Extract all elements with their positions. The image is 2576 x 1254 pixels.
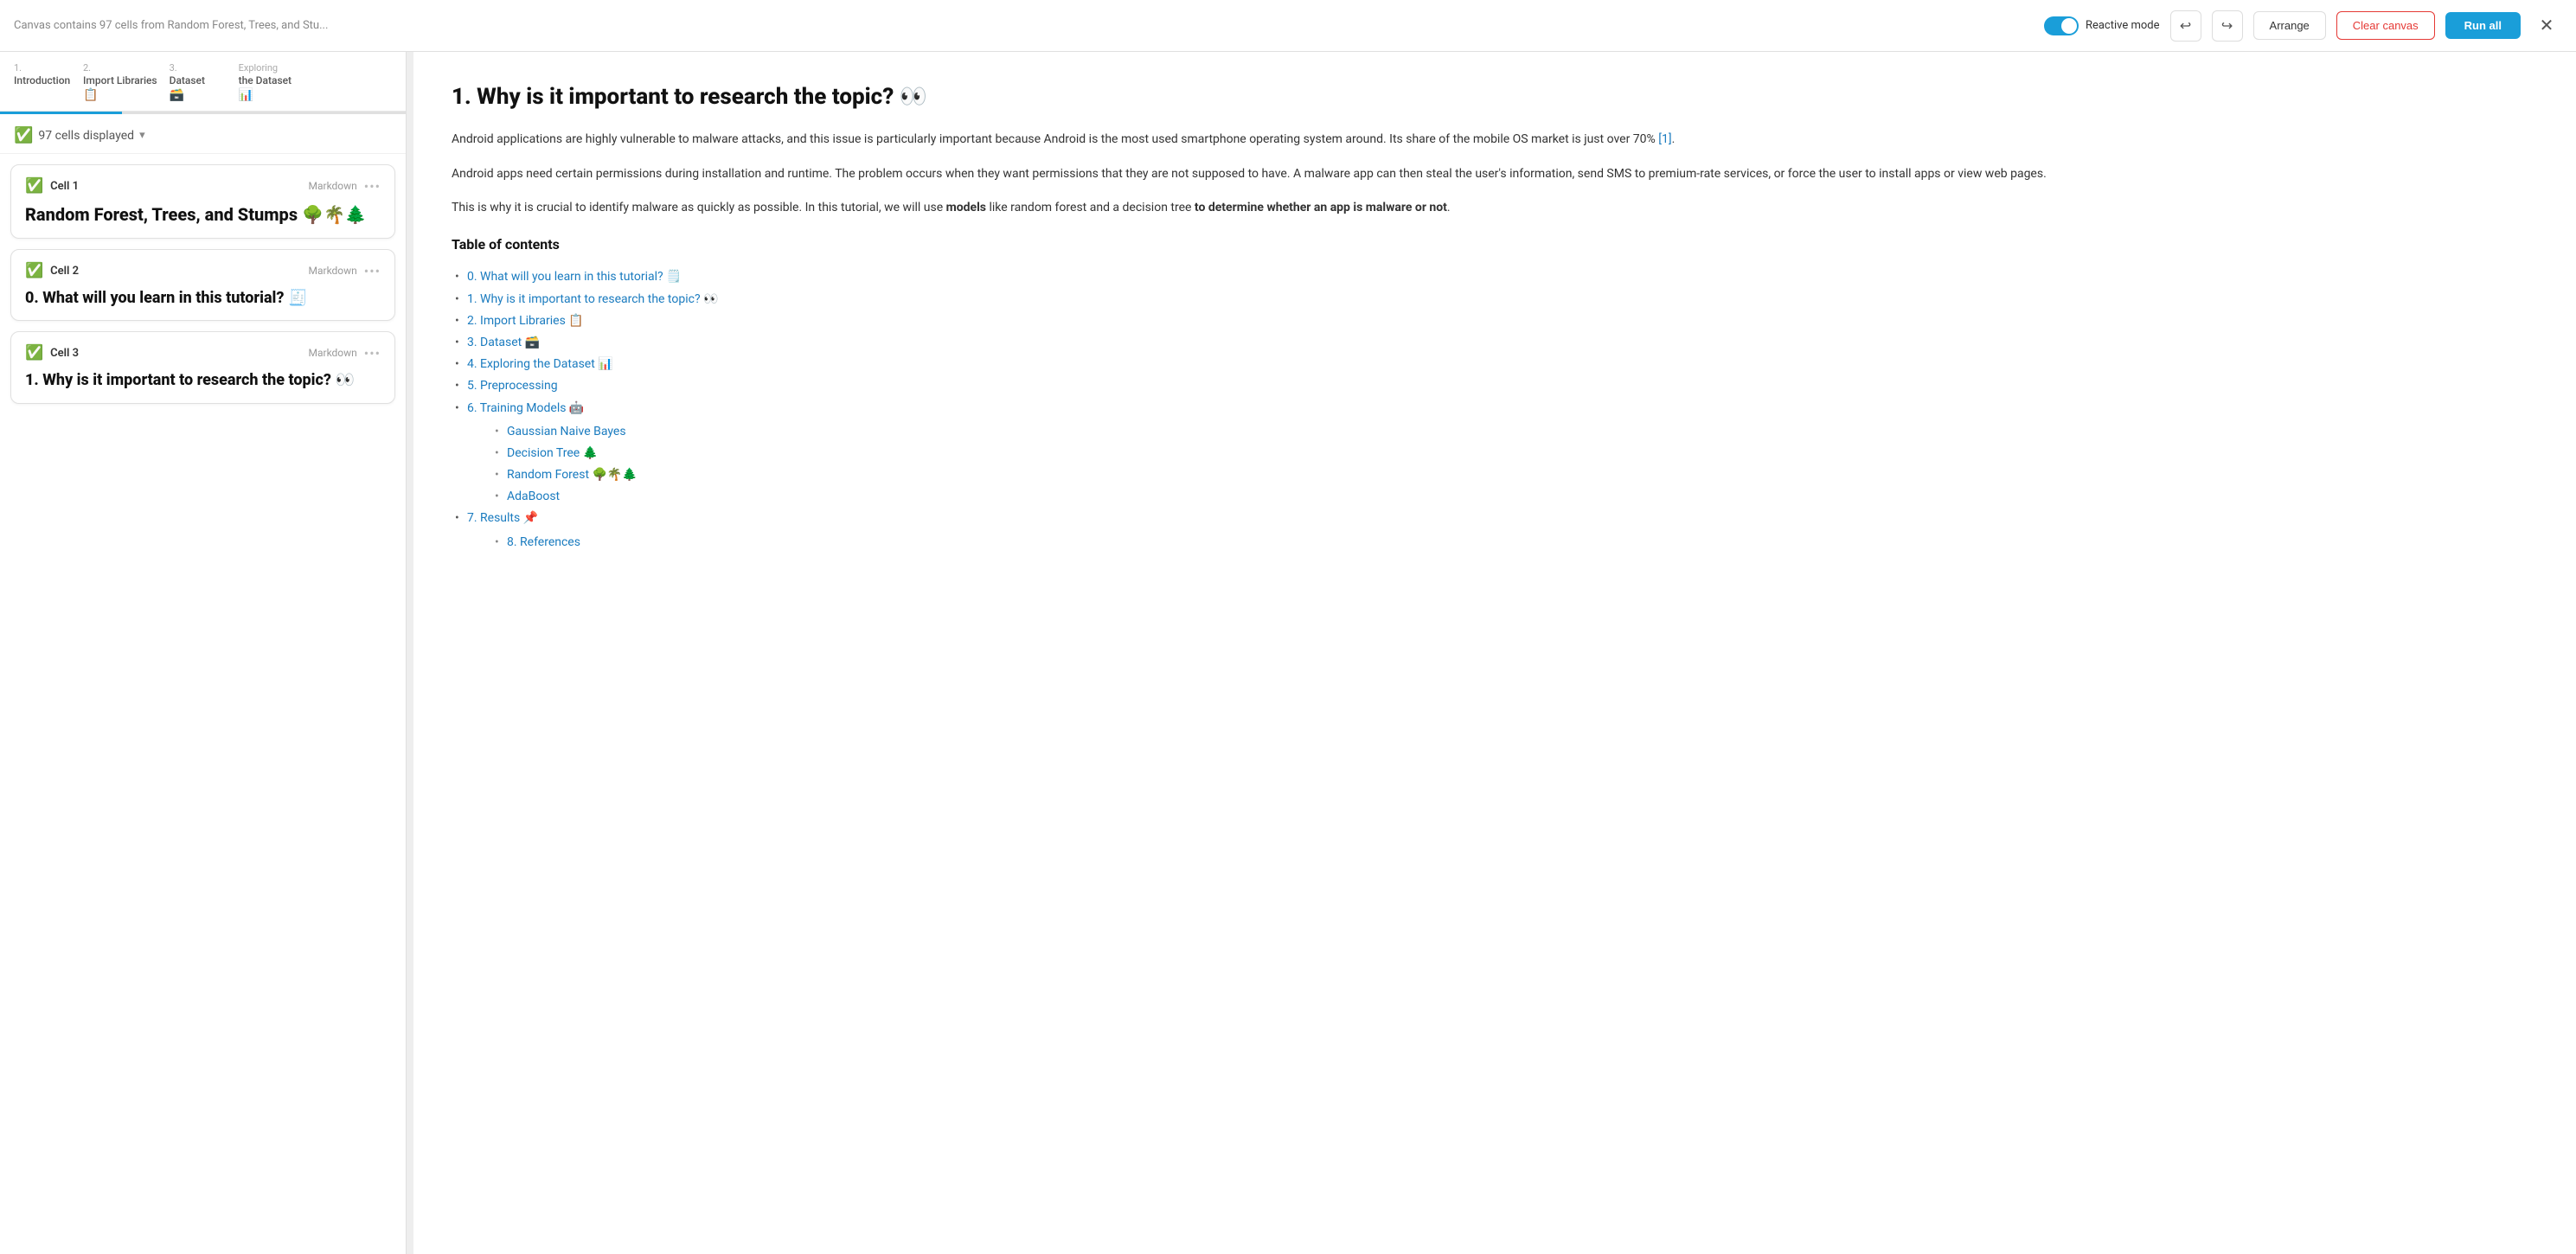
ref-1-link[interactable]: [1] xyxy=(1658,132,1671,146)
toc-item-6-3: Random Forest 🌳🌴🌲 xyxy=(491,464,2538,486)
cell-3-header: ✅ Cell 3 Markdown ••• xyxy=(25,344,381,361)
toc-link-2[interactable]: 2. Import Libraries 📋 xyxy=(467,314,584,328)
cell-card-2[interactable]: ✅ Cell 2 Markdown ••• 0. What will you l… xyxy=(10,249,395,321)
content-para2: Android apps need certain permissions du… xyxy=(452,164,2538,185)
cell-3-menu-button[interactable]: ••• xyxy=(364,345,381,361)
reactive-label: Reactive mode xyxy=(2086,19,2160,32)
toc-link-1[interactable]: 1. Why is it important to research the t… xyxy=(467,292,718,306)
toc-link-7[interactable]: 7. Results 📌 xyxy=(467,511,538,525)
cell-card-3[interactable]: ✅ Cell 3 Markdown ••• 1. Why is it impor… xyxy=(10,331,395,403)
run-all-button[interactable]: Run all xyxy=(2445,12,2521,39)
toc-item-1: 1. Why is it important to research the t… xyxy=(452,289,2538,310)
resize-divider[interactable] xyxy=(407,52,413,1254)
cell-3-content: 1. Why is it important to research the t… xyxy=(25,370,381,390)
cell-1-check-icon: ✅ xyxy=(25,177,43,195)
toc-link-4[interactable]: 4. Exploring the Dataset 📊 xyxy=(467,357,613,371)
cell-2-header: ✅ Cell 2 Markdown ••• xyxy=(25,262,381,279)
toc-sublist-7: 8. References xyxy=(467,532,2538,553)
toc-link-rf[interactable]: Random Forest 🌳🌴🌲 xyxy=(507,468,638,482)
canvas-info: Canvas contains 97 cells from Random For… xyxy=(14,19,2034,32)
cell-1-header: ✅ Cell 1 Markdown ••• xyxy=(25,177,381,195)
cell-1-type: Markdown xyxy=(309,180,357,192)
cell-3-check-icon: ✅ xyxy=(25,344,43,361)
progress-fill xyxy=(0,112,122,114)
cells-check-icon: ✅ xyxy=(14,126,33,144)
step-introduction[interactable]: 1. Introduction xyxy=(14,62,83,111)
step-dataset[interactable]: 3. Dataset 🗃️ xyxy=(170,62,239,111)
cell-1-menu-button[interactable]: ••• xyxy=(364,178,381,195)
main-layout: 1. Introduction 2. Import Libraries 📋 3.… xyxy=(0,52,2576,1254)
content-heading: 1. Why is it important to research the t… xyxy=(452,83,2538,112)
progress-bar xyxy=(0,112,406,114)
cell-3-type: Markdown xyxy=(309,347,357,359)
cell-2-check-icon: ✅ xyxy=(25,262,43,279)
content-para3: This is why it is crucial to identify ma… xyxy=(452,198,2538,219)
toc-title: Table of contents xyxy=(452,233,2538,256)
content-para1: Android applications are highly vulnerab… xyxy=(452,130,2538,150)
toc-link-6[interactable]: 6. Training Models 🤖 xyxy=(467,401,584,415)
toc-link-gnb[interactable]: Gaussian Naive Bayes xyxy=(507,425,626,438)
toc-item-6-1: Gaussian Naive Bayes xyxy=(491,421,2538,443)
toc-item-4: 4. Exploring the Dataset 📊 xyxy=(452,354,2538,375)
toc-link-0[interactable]: 0. What will you learn in this tutorial?… xyxy=(467,270,682,284)
toc-link-dt[interactable]: Decision Tree 🌲 xyxy=(507,446,598,460)
toc-link-5[interactable]: 5. Preprocessing xyxy=(467,379,558,393)
toc-link-3[interactable]: 3. Dataset 🗃️ xyxy=(467,336,540,349)
toc-item-2: 2. Import Libraries 📋 xyxy=(452,310,2538,332)
toc-sublist-6: Gaussian Naive Bayes Decision Tree 🌲 Ran… xyxy=(467,421,2538,509)
close-button[interactable]: ✕ xyxy=(2531,10,2562,42)
toc-item-8: 8. References xyxy=(491,532,2538,553)
cell-card-1[interactable]: ✅ Cell 1 Markdown ••• Random Forest, Tre… xyxy=(10,164,395,239)
toc-item-6-2: Decision Tree 🌲 xyxy=(491,443,2538,464)
steps-nav: 1. Introduction 2. Import Libraries 📋 3.… xyxy=(0,52,406,112)
toc-item-6: 6. Training Models 🤖 Gaussian Naive Baye… xyxy=(452,398,2538,509)
undo-button[interactable]: ↩ xyxy=(2170,10,2201,42)
cell-3-label: Cell 3 xyxy=(50,347,79,360)
cells-chevron-icon[interactable]: ▾ xyxy=(139,129,145,142)
reactive-toggle[interactable]: Reactive mode xyxy=(2044,16,2160,35)
reactive-mode-toggle[interactable] xyxy=(2044,16,2079,35)
cell-2-content: 0. What will you learn in this tutorial?… xyxy=(25,288,381,308)
content-area: 1. Why is it important to research the t… xyxy=(413,52,2576,1254)
cell-2-type: Markdown xyxy=(309,265,357,277)
toc-link-ada[interactable]: AdaBoost xyxy=(507,489,560,503)
clear-canvas-button[interactable]: Clear canvas xyxy=(2336,11,2435,40)
cells-count: 97 cells displayed xyxy=(38,129,134,143)
toc-list: 0. What will you learn in this tutorial?… xyxy=(452,266,2538,553)
cells-header: ✅ 97 cells displayed ▾ xyxy=(0,114,406,154)
toc-link-8[interactable]: 8. References xyxy=(507,535,580,549)
toc-item-5: 5. Preprocessing xyxy=(452,375,2538,397)
sidebar: 1. Introduction 2. Import Libraries 📋 3.… xyxy=(0,52,407,1254)
cell-1-label: Cell 1 xyxy=(50,180,79,193)
cell-1-content: Random Forest, Trees, and Stumps 🌳🌴🌲 xyxy=(25,203,381,226)
toc-item-6-4: AdaBoost xyxy=(491,486,2538,508)
toc-item-3: 3. Dataset 🗃️ xyxy=(452,332,2538,354)
cells-list: ✅ Cell 1 Markdown ••• Random Forest, Tre… xyxy=(0,154,406,1254)
redo-button[interactable]: ↪ xyxy=(2212,10,2243,42)
step-import-libraries[interactable]: 2. Import Libraries 📋 xyxy=(83,62,170,111)
cell-2-label: Cell 2 xyxy=(50,265,79,278)
topbar: Canvas contains 97 cells from Random For… xyxy=(0,0,2576,52)
arrange-button[interactable]: Arrange xyxy=(2253,11,2326,40)
step-exploring-dataset[interactable]: Exploring the Dataset 📊 xyxy=(239,62,308,111)
toc-item-7: 7. Results 📌 8. References xyxy=(452,508,2538,553)
cell-2-menu-button[interactable]: ••• xyxy=(364,263,381,279)
toc-item-0: 0. What will you learn in this tutorial?… xyxy=(452,266,2538,288)
